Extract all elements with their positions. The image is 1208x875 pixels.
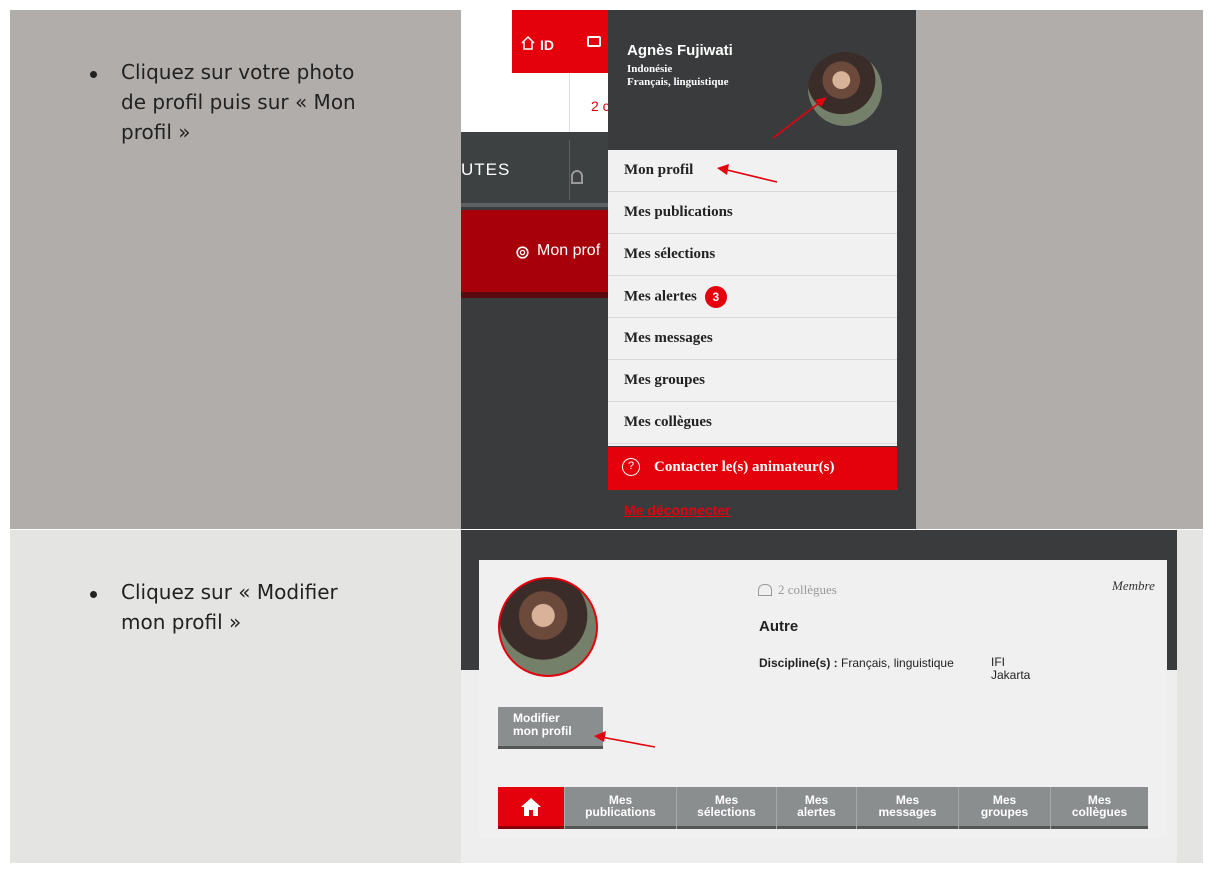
nav-line: sélections (697, 805, 756, 819)
question-icon: ? (622, 458, 640, 476)
modify-profile-button[interactable]: Modifier mon profil (498, 707, 603, 749)
instruction-line: profil » (121, 120, 191, 144)
home-icon (521, 798, 541, 816)
colleagues-count[interactable]: 2 collègues (778, 582, 837, 598)
page-edge (1167, 530, 1177, 670)
nav-mes-collegues[interactable]: Mes collègues (1050, 787, 1148, 829)
menu-item-mes-publications[interactable]: Mes publications (608, 192, 897, 234)
user-icon (571, 170, 583, 184)
profile-photo (498, 577, 598, 677)
menu-item-mon-profil[interactable]: Mon profil (608, 150, 897, 192)
menu-item-mes-alertes[interactable]: Mes alertes 3 (608, 276, 897, 318)
institution-city: Jakarta (991, 668, 1031, 682)
logout-link[interactable]: Me déconnecter (624, 502, 731, 518)
divider (569, 140, 570, 200)
id-label: ID (540, 37, 554, 53)
discipline-value: Français, linguistique (841, 656, 954, 670)
profile-dropdown-menu: Mon profil Mes publications Mes sélectio… (608, 150, 897, 446)
nav-mes-selections[interactable]: Mes sélections (676, 787, 776, 829)
discipline-label: Discipline(s) : (759, 656, 838, 670)
alert-count-badge: 3 (704, 286, 727, 308)
nav-line: alertes (797, 805, 836, 819)
menu-item-mes-groupes[interactable]: Mes groupes (608, 360, 897, 402)
bullet-point (90, 71, 97, 78)
menu-item-label: Mes alertes (624, 288, 697, 305)
panel-edge (897, 150, 916, 529)
nav-line: publications (585, 805, 656, 819)
screenshot-profile-menu: ID 2 c UTES Mon prof Agnès Fujiwati Indo… (461, 10, 916, 529)
nav-line: collègues (1071, 805, 1128, 819)
instruction-line: de profil puis sur « Mon (121, 90, 356, 114)
divider (461, 203, 608, 207)
instruction-line: Cliquez sur « Modifier (121, 580, 338, 604)
nav-mes-messages[interactable]: Mes messages (856, 787, 958, 829)
member-role: Membre (1112, 578, 1155, 593)
page-edge (461, 530, 479, 670)
header-background (461, 530, 1177, 560)
menu-item-label: Mes publications (624, 204, 733, 220)
instruction-line: mon profil » (121, 610, 242, 634)
menu-item-mes-collegues[interactable]: Mes collègues (608, 402, 897, 444)
nav-mes-groupes[interactable]: Mes groupes (958, 787, 1050, 829)
instruction-text-2: Cliquez sur « Modifier mon profil » (121, 577, 338, 637)
menu-item-label: Mes messages (624, 330, 713, 346)
bullet-point (90, 591, 97, 598)
user-name: Agnès Fujiwati (627, 42, 733, 59)
colleagues-icon (758, 584, 772, 596)
message-icon[interactable] (587, 36, 601, 47)
banner-title-fragment[interactable]: Mon prof (537, 242, 600, 260)
menu-item-mes-selections[interactable]: Mes sélections (608, 234, 897, 276)
menu-item-label: Mes groupes (624, 372, 705, 388)
home-button[interactable] (498, 787, 564, 829)
profile-photo[interactable] (808, 52, 882, 126)
nav-line: groupes (980, 805, 1029, 819)
nav-tab-fragment[interactable]: UTES (461, 160, 510, 180)
menu-item-label: Mes sélections (624, 246, 716, 262)
nav-mes-alertes[interactable]: Mes alertes (776, 787, 856, 829)
menu-item-mes-messages[interactable]: Mes messages (608, 318, 897, 360)
instruction-text-1: Cliquez sur votre photo de profil puis s… (121, 57, 356, 147)
house-id-icon (521, 36, 535, 50)
notification-fragment: 2 c (591, 98, 610, 114)
button-line: mon profil (513, 724, 572, 738)
nav-line: messages (878, 805, 937, 819)
user-discipline: Français, linguistique (627, 76, 729, 88)
menu-item-label: Mes collègues (624, 414, 712, 430)
gear-icon (516, 246, 529, 259)
institution-block: IFI Jakarta (991, 656, 1030, 682)
screenshot-profile-page: 2 collègues Membre Autre Discipline(s) :… (461, 530, 1177, 863)
instruction-line: Cliquez sur votre photo (121, 60, 355, 84)
profile-nav-bar: Mes publications Mes sélections Mes alertes… (498, 787, 1148, 829)
nav-mes-publications[interactable]: Mes publications (564, 787, 676, 829)
user-country: Indonésie (627, 63, 673, 75)
contact-label: Contacter le(s) animateur(s) (654, 459, 835, 475)
profile-status: Autre (759, 618, 799, 635)
divider (569, 73, 570, 132)
contact-animators-button[interactable]: ? Contacter le(s) animateur(s) (608, 447, 897, 490)
menu-item-label: Mon profil (624, 162, 694, 178)
discipline-line: Discipline(s) : Français, linguistique (759, 656, 954, 670)
